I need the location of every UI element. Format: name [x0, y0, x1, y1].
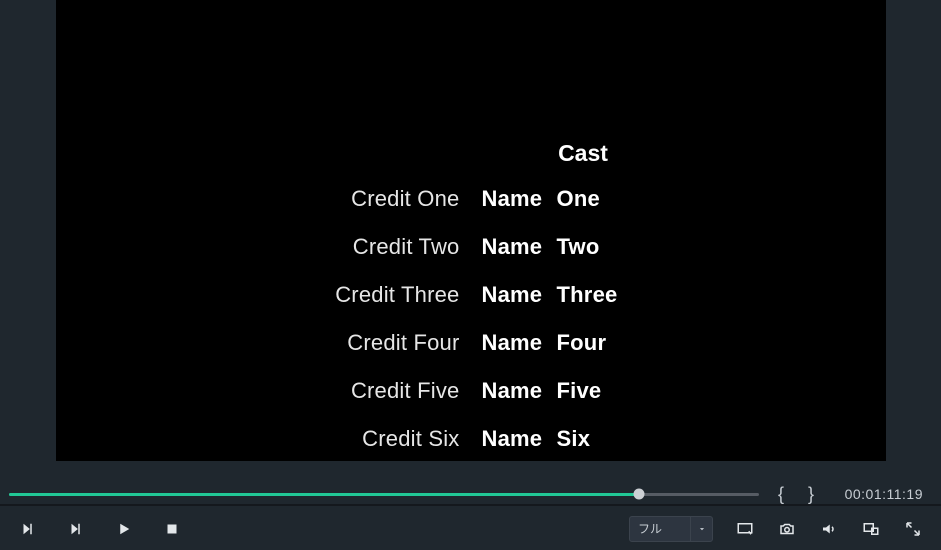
credit-name: Name One — [482, 188, 802, 210]
credit-name: Name Five — [482, 380, 802, 402]
credit-name: Name Two — [482, 236, 802, 258]
progress-fill — [9, 493, 639, 496]
video-editor-preview: Cast Credit One Name One Credit Two Name… — [0, 0, 941, 550]
step-forward-button[interactable] — [66, 519, 86, 539]
play-button[interactable] — [114, 519, 134, 539]
credit-row: Credit Five Name Five — [56, 380, 886, 402]
monitor-icon — [736, 520, 754, 538]
step-back-button[interactable] — [18, 519, 38, 539]
credit-row: Credit One Name One — [56, 188, 886, 210]
transport-controls: フル — [0, 506, 941, 550]
credit-role: Credit Two — [140, 236, 460, 258]
scrub-row: { } 00:01:11:19 — [0, 484, 941, 504]
layout-icon — [862, 520, 880, 538]
credit-role: Credit Three — [140, 284, 460, 306]
credits-title-text: Cast — [558, 140, 608, 167]
credit-row: Credit Two Name Two — [56, 236, 886, 258]
credit-row: Credit Three Name Three — [56, 284, 886, 306]
credit-row: Credit Six Name Six — [56, 428, 886, 450]
timecode-display: 00:01:11:19 — [833, 486, 923, 502]
mark-out-button[interactable]: } — [803, 484, 819, 505]
mark-in-button[interactable]: { — [773, 484, 789, 505]
snapshot-button[interactable] — [777, 519, 797, 539]
camera-icon — [778, 520, 796, 538]
credit-name: Name Three — [482, 284, 802, 306]
credit-name: Name Four — [482, 332, 802, 354]
credit-role: Credit Five — [140, 380, 460, 402]
progress-bar[interactable] — [9, 487, 759, 501]
layout-button[interactable] — [861, 519, 881, 539]
step-back-icon — [19, 520, 37, 538]
fullscreen-button[interactable] — [903, 519, 923, 539]
preview-canvas[interactable]: Cast Credit One Name One Credit Two Name… — [56, 0, 886, 461]
speaker-icon — [820, 520, 838, 538]
stop-button[interactable] — [162, 519, 182, 539]
credit-row: Credit Four Name Four — [56, 332, 886, 354]
fullscreen-icon — [904, 520, 922, 538]
credit-role: Credit Four — [140, 332, 460, 354]
credits-title: Cast — [56, 140, 886, 167]
play-icon — [115, 520, 133, 538]
volume-button[interactable] — [819, 519, 839, 539]
credit-role: Credit Six — [140, 428, 460, 450]
step-forward-icon — [67, 520, 85, 538]
playback-left-group — [18, 519, 182, 539]
credits-list: Credit One Name One Credit Two Name Two … — [56, 188, 886, 450]
quality-chevron — [690, 517, 712, 541]
quality-select[interactable]: フル — [629, 516, 713, 542]
credit-name: Name Six — [482, 428, 802, 450]
display-output-button[interactable] — [735, 519, 755, 539]
chevron-down-icon — [697, 524, 707, 534]
playback-right-group: フル — [629, 516, 923, 542]
stop-icon — [163, 520, 181, 538]
credit-role: Credit One — [140, 188, 460, 210]
progress-thumb[interactable] — [634, 489, 645, 500]
credits-block: Cast Credit One Name One Credit Two Name… — [56, 140, 886, 450]
preview-area: Cast Credit One Name One Credit Two Name… — [0, 0, 941, 484]
quality-label: フル — [638, 520, 662, 537]
